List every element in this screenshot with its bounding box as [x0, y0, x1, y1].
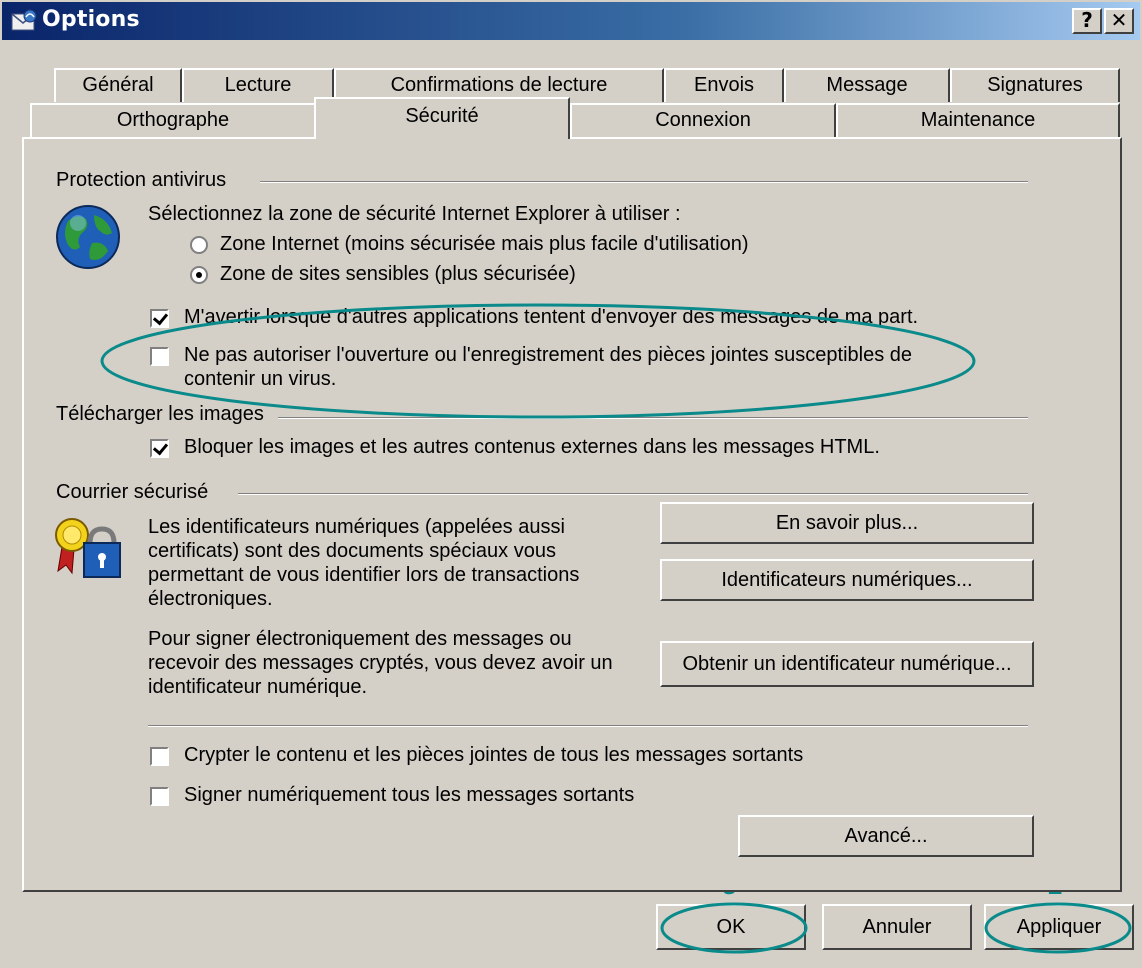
security-tab-panel: Protection antivirus Sélectionnez la zon… — [22, 137, 1122, 892]
group-label-antivirus: Protection antivirus — [56, 169, 227, 191]
section-divider — [148, 725, 1028, 727]
tab-lecture[interactable]: Lecture — [182, 68, 334, 102]
desc-line: électroniques. — [148, 588, 273, 610]
block-attachments-label-line2[interactable]: contenir un virus. — [184, 368, 336, 391]
radio-restricted-label[interactable]: Zone de sites sensibles (plus sécurisée) — [220, 263, 576, 286]
block-images-label[interactable]: Bloquer les images et les autres contenu… — [184, 436, 880, 459]
desc-line: recevoir des messages cryptés, vous deve… — [148, 652, 613, 674]
zone-prompt: Sélectionnez la zone de sécurité Interne… — [148, 203, 681, 225]
digital-ids-button[interactable]: Identificateurs numériques... — [660, 559, 1034, 601]
tab-connexion[interactable]: Connexion — [570, 103, 836, 137]
window-title: Options — [42, 7, 140, 32]
help-button[interactable]: ? — [1072, 8, 1102, 34]
advanced-button[interactable]: Avancé... — [738, 815, 1034, 857]
block-attachments-checkbox[interactable] — [150, 347, 169, 366]
desc-line: identificateur numérique. — [148, 676, 368, 698]
options-dialog: Options ? ✕ Général Lecture Confirmation… — [0, 0, 1142, 968]
sign-checkbox[interactable] — [150, 787, 169, 806]
warn-send-checkbox[interactable] — [150, 309, 169, 328]
ok-button[interactable]: OK — [656, 904, 806, 950]
warn-send-label[interactable]: M'avertir lorsque d'autres applications … — [184, 306, 918, 329]
encrypt-checkbox[interactable] — [150, 747, 169, 766]
radio-internet-zone[interactable] — [190, 236, 208, 254]
encrypt-label[interactable]: Crypter le contenu et les pièces jointes… — [184, 744, 803, 767]
desc-line: permettant de vous identifier lors de tr… — [148, 564, 580, 586]
tab-orthographe[interactable]: Orthographe — [30, 103, 316, 137]
group-divider — [278, 417, 1028, 419]
tab-general[interactable]: Général — [54, 68, 182, 102]
block-attachments-label-line1[interactable]: Ne pas autoriser l'ouverture ou l'enregi… — [184, 344, 912, 367]
tab-maintenance[interactable]: Maintenance — [836, 103, 1120, 137]
block-images-checkbox[interactable] — [150, 439, 169, 458]
tab-signatures[interactable]: Signatures — [950, 68, 1120, 102]
group-divider — [238, 493, 1028, 495]
tab-envois[interactable]: Envois — [664, 68, 784, 102]
radio-restricted-zone[interactable] — [190, 266, 208, 284]
group-label-secure-mail: Courrier sécurisé — [56, 481, 209, 503]
tab-message[interactable]: Message — [784, 68, 950, 102]
certificates-description: Les identificateurs numériques (appelées… — [148, 515, 658, 611]
title-bar[interactable]: Options ? ✕ — [2, 2, 1140, 40]
group-label-images: Télécharger les images — [56, 403, 264, 425]
learn-more-button[interactable]: En savoir plus... — [660, 502, 1034, 544]
desc-line: Pour signer électroniquement des message… — [148, 628, 572, 650]
desc-line: certificats) sont des documents spéciaux… — [148, 540, 556, 562]
get-digital-id-button[interactable]: Obtenir un identificateur numérique... — [660, 641, 1034, 687]
sign-label[interactable]: Signer numériquement tous les messages s… — [184, 784, 634, 807]
radio-internet-label[interactable]: Zone Internet (moins sécurisée mais plus… — [220, 233, 749, 256]
close-button[interactable]: ✕ — [1104, 8, 1134, 34]
group-divider — [260, 181, 1028, 183]
digital-id-description: Pour signer électroniquement des message… — [148, 627, 668, 699]
globe-icon — [56, 205, 120, 269]
desc-line: Les identificateurs numériques (appelées… — [148, 516, 565, 538]
cancel-button[interactable]: Annuler — [822, 904, 972, 950]
outlook-express-icon — [11, 9, 37, 31]
tab-securite[interactable]: Sécurité — [314, 97, 570, 139]
certificate-lock-icon — [55, 518, 121, 578]
apply-button[interactable]: Appliquer — [984, 904, 1134, 950]
